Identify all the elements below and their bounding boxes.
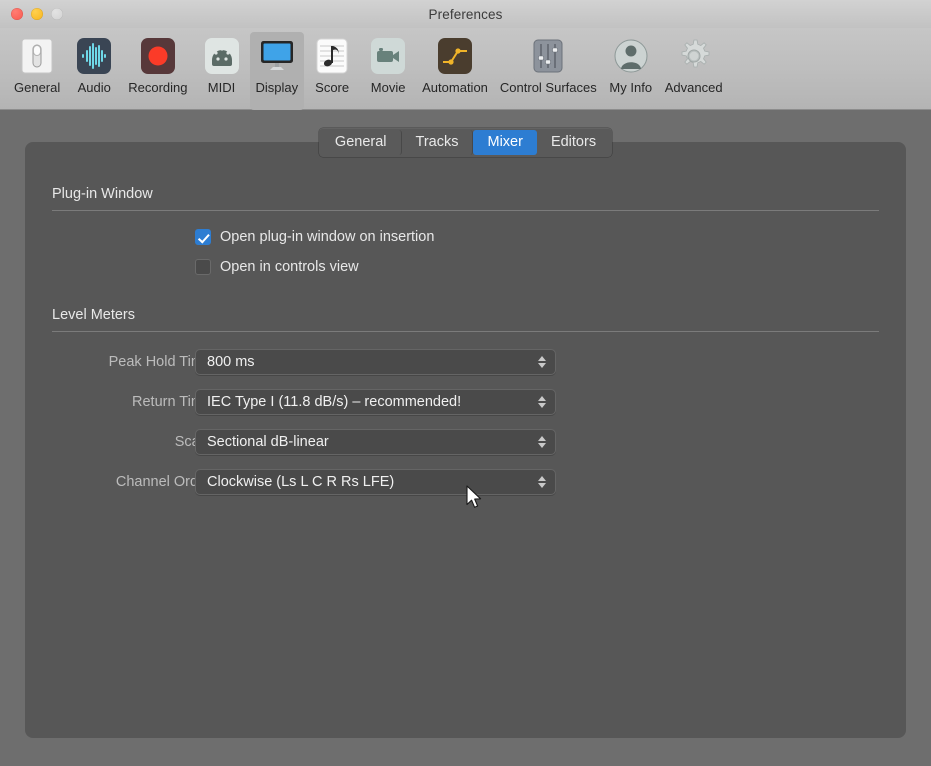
tab-general[interactable]: General bbox=[321, 130, 402, 155]
checkbox-row-open-controls-view[interactable]: Open in controls view bbox=[195, 259, 359, 275]
toolbar-item-automation[interactable]: Automation bbox=[416, 32, 494, 98]
window-title: Preferences bbox=[428, 6, 503, 22]
section-divider bbox=[52, 210, 879, 211]
toolbar-item-my-info[interactable]: My Info bbox=[603, 32, 659, 98]
checkbox-label: Open plug-in window on insertion bbox=[220, 229, 435, 245]
checkbox-open-plugin-window-on-insertion[interactable] bbox=[195, 229, 211, 245]
toolbar-item-label: Control Surfaces bbox=[499, 80, 597, 95]
toolbar-item-label: Score bbox=[315, 80, 350, 95]
chevron-updown-icon bbox=[538, 356, 546, 368]
popup-return-time[interactable]: IEC Type I (11.8 dB/s) – recommended! bbox=[195, 389, 556, 415]
tab-mixer[interactable]: Mixer bbox=[473, 130, 537, 155]
tab-editors[interactable]: Editors bbox=[537, 130, 610, 155]
music-note-icon bbox=[312, 36, 352, 76]
minimize-button-icon[interactable] bbox=[31, 8, 43, 20]
gear-icon bbox=[674, 36, 714, 76]
chevron-updown-icon bbox=[538, 436, 546, 448]
toolbar-item-advanced[interactable]: Advanced bbox=[659, 32, 729, 98]
toolbar-item-movie[interactable]: Movie bbox=[360, 32, 416, 98]
checkbox-label: Open in controls view bbox=[220, 259, 359, 275]
checkbox-row-open-plugin-window[interactable]: Open plug-in window on insertion bbox=[195, 229, 434, 245]
field-peak-hold-time: Peak Hold Time: 800 ms bbox=[25, 349, 906, 375]
toolbar-item-general[interactable]: General bbox=[8, 32, 66, 98]
toolbar-item-label: Advanced bbox=[664, 80, 723, 95]
record-circle-icon bbox=[138, 36, 178, 76]
toolbar-item-label: Display bbox=[255, 80, 299, 95]
traffic-light-group bbox=[11, 8, 63, 20]
tab-group: General Tracks Mixer Editors bbox=[318, 128, 613, 157]
video-camera-icon bbox=[368, 36, 408, 76]
checkbox-open-in-controls-view[interactable] bbox=[195, 259, 211, 275]
monitor-icon bbox=[257, 36, 297, 76]
toolbar-item-label: MIDI bbox=[207, 80, 236, 95]
toolbar-item-score[interactable]: Score bbox=[304, 32, 360, 98]
toolbar-item-control-surfaces[interactable]: Control Surfaces bbox=[494, 32, 603, 98]
toolbar-item-label: Movie bbox=[370, 80, 406, 95]
faders-icon bbox=[528, 36, 568, 76]
popup-channel-order[interactable]: Clockwise (Ls L C R Rs LFE) bbox=[195, 469, 556, 495]
popup-value: 800 ms bbox=[207, 354, 255, 370]
field-scale: Scale: Sectional dB-linear bbox=[25, 429, 906, 455]
toolbar-item-midi[interactable]: MIDI bbox=[194, 32, 250, 98]
close-button-icon[interactable] bbox=[11, 8, 23, 20]
midi-din-icon bbox=[202, 36, 242, 76]
window-titlebar: Preferences bbox=[0, 0, 931, 28]
person-icon bbox=[611, 36, 651, 76]
toolbar-item-label: General bbox=[14, 80, 61, 95]
section-divider bbox=[52, 331, 879, 332]
chevron-updown-icon bbox=[538, 476, 546, 488]
preferences-toolbar: General Audio Recording MIDI Display Sco… bbox=[0, 28, 931, 110]
section-title-plugin-window: Plug-in Window bbox=[52, 186, 153, 202]
popup-value: Sectional dB-linear bbox=[207, 434, 329, 450]
chevron-updown-icon bbox=[538, 396, 546, 408]
popup-peak-hold-time[interactable]: 800 ms bbox=[195, 349, 556, 375]
toolbar-item-label: My Info bbox=[609, 80, 653, 95]
toggle-switch-icon bbox=[17, 36, 57, 76]
popup-value: IEC Type I (11.8 dB/s) – recommended! bbox=[207, 394, 462, 410]
toolbar-item-recording[interactable]: Recording bbox=[122, 32, 193, 98]
popup-value: Clockwise (Ls L C R Rs LFE) bbox=[207, 474, 395, 490]
field-channel-order: Channel Order: Clockwise (Ls L C R Rs LF… bbox=[25, 469, 906, 495]
popup-scale[interactable]: Sectional dB-linear bbox=[195, 429, 556, 455]
tab-tracks[interactable]: Tracks bbox=[402, 130, 474, 155]
waveform-icon bbox=[74, 36, 114, 76]
toolbar-item-label: Automation bbox=[422, 80, 488, 95]
zoom-button-icon bbox=[51, 8, 63, 20]
automation-curve-icon bbox=[435, 36, 475, 76]
toolbar-item-label: Recording bbox=[128, 80, 188, 95]
mixer-settings-panel: Plug-in Window Open plug-in window on in… bbox=[25, 142, 906, 738]
preferences-tabbar: General Tracks Mixer Editors bbox=[0, 128, 931, 157]
toolbar-item-display[interactable]: Display bbox=[249, 32, 305, 110]
section-title-level-meters: Level Meters bbox=[52, 307, 136, 323]
toolbar-item-label: Audio bbox=[77, 80, 111, 95]
field-return-time: Return Time: IEC Type I (11.8 dB/s) – re… bbox=[25, 389, 906, 415]
preferences-window: Preferences General Audio Recording MIDI… bbox=[0, 0, 931, 766]
toolbar-item-audio[interactable]: Audio bbox=[66, 32, 122, 98]
